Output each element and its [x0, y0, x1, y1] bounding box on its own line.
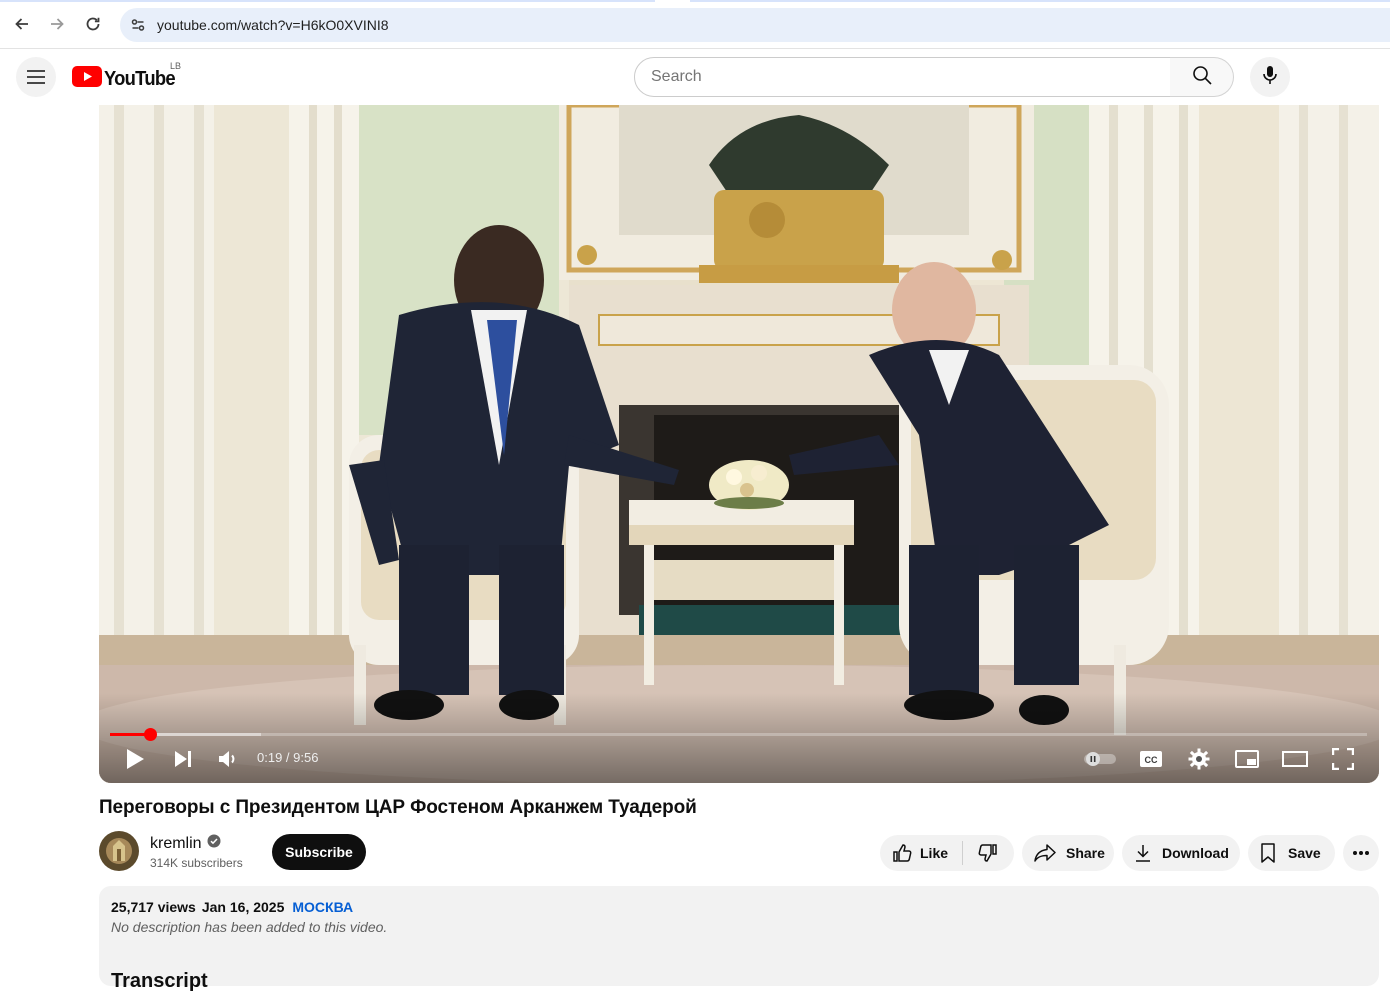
autoplay-toggle-icon[interactable] [1083, 745, 1117, 773]
back-arrow-icon[interactable] [9, 11, 35, 37]
dislike-button[interactable] [963, 835, 1013, 871]
avatar[interactable] [99, 831, 139, 871]
channel-name-text[interactable]: kremlin [150, 835, 202, 853]
captions-icon[interactable]: CC [1136, 745, 1166, 773]
thumbs-up-icon [892, 843, 912, 863]
like-button[interactable]: Like [880, 835, 962, 871]
like-dislike-group: Like [880, 835, 1014, 871]
site-settings-icon[interactable] [129, 16, 147, 34]
reload-icon[interactable] [80, 11, 106, 37]
search-input[interactable] [651, 68, 1131, 86]
description-text: No description has been added to this vi… [111, 919, 388, 935]
fullscreen-icon[interactable] [1328, 745, 1358, 773]
volume-icon[interactable] [214, 745, 242, 773]
share-button[interactable]: Share [1022, 835, 1114, 871]
youtube-play-logo-icon [72, 66, 102, 92]
search-icon [1192, 65, 1212, 90]
svg-text:CC: CC [1145, 755, 1158, 765]
hamburger-menu-icon[interactable] [16, 57, 56, 97]
thumbs-down-icon [978, 843, 998, 863]
youtube-logo[interactable]: YouTube LB [72, 61, 181, 92]
share-icon [1034, 844, 1056, 862]
more-horizontal-icon [1352, 850, 1370, 856]
play-icon[interactable] [121, 745, 149, 773]
miniplayer-icon[interactable] [1232, 745, 1262, 773]
progress-bar[interactable] [110, 728, 1367, 741]
verified-badge-icon [207, 834, 221, 853]
next-icon[interactable] [169, 745, 197, 773]
video-frame [99, 105, 1379, 783]
voice-search-button[interactable] [1250, 57, 1290, 97]
forward-arrow-icon[interactable] [44, 11, 70, 37]
settings-gear-icon[interactable] [1184, 745, 1214, 773]
bookmark-icon [1260, 843, 1276, 863]
download-icon [1134, 843, 1152, 863]
download-button[interactable]: Download [1122, 835, 1240, 871]
browser-toolbar: youtube.com/watch?v=H6kO0XVINI8 [0, 0, 1390, 49]
search-box [634, 57, 1171, 97]
view-count: 25,717 views [111, 899, 196, 915]
download-label: Download [1162, 845, 1229, 861]
tab-strip [0, 0, 1390, 2]
transcript-heading: Transcript [111, 970, 208, 992]
like-label: Like [920, 845, 949, 861]
time-display: 0:19 / 9:56 [257, 750, 319, 765]
video-player[interactable]: 0:19 / 9:56 CC [99, 105, 1379, 783]
address-bar[interactable]: youtube.com/watch?v=H6kO0XVINI8 [120, 8, 1390, 42]
country-code: LB [170, 61, 182, 71]
video-title: Переговоры с Президентом ЦАР Фостеном Ар… [99, 797, 697, 818]
description-box[interactable]: 25,717 views Jan 16, 2025 МОСКВА No desc… [99, 886, 1379, 992]
theater-mode-icon[interactable] [1279, 745, 1311, 773]
save-label: Save [1288, 845, 1321, 861]
upload-date: Jan 16, 2025 [201, 899, 285, 915]
youtube-header: YouTube LB [0, 49, 1390, 105]
url-text[interactable]: youtube.com/watch?v=H6kO0XVINI8 [157, 17, 389, 33]
more-actions-button[interactable] [1343, 835, 1379, 871]
channel-name[interactable]: kremlin [150, 834, 221, 853]
save-button[interactable]: Save [1248, 835, 1335, 871]
search-button[interactable] [1170, 57, 1234, 97]
subscribe-button[interactable]: Subscribe [272, 834, 366, 870]
share-label: Share [1066, 845, 1105, 861]
logo-wordmark: YouTube [104, 67, 176, 90]
description-meta: 25,717 views Jan 16, 2025 МОСКВА [111, 899, 353, 915]
location-tag[interactable]: МОСКВА [292, 899, 353, 915]
subscriber-count: 314K subscribers [150, 856, 243, 870]
microphone-icon [1262, 65, 1278, 90]
